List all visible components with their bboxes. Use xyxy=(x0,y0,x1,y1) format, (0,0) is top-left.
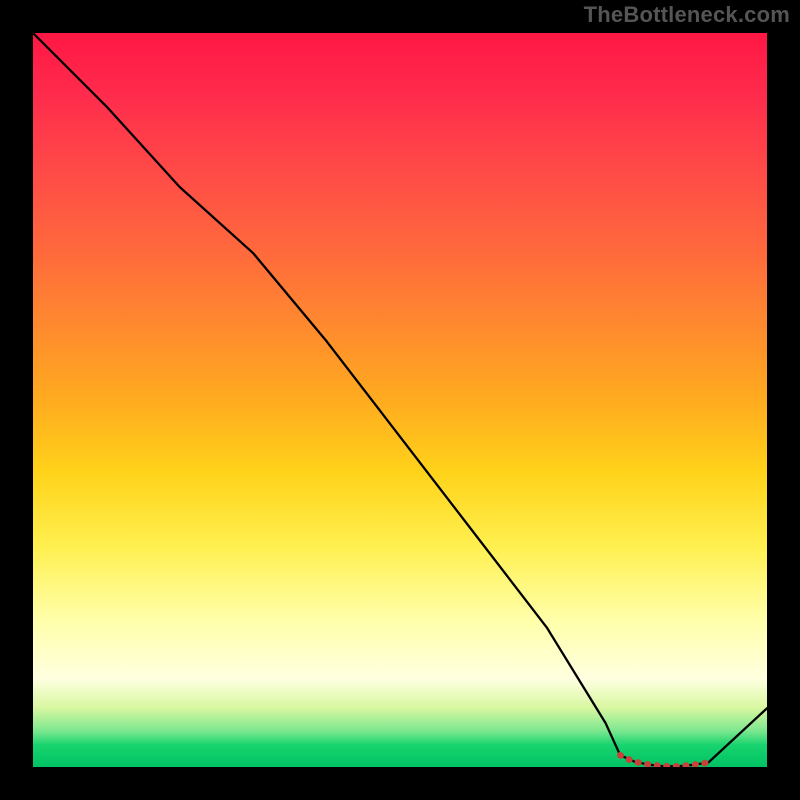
bottleneck-curve xyxy=(33,33,767,766)
plot-svg xyxy=(33,33,767,767)
plot-area xyxy=(33,33,767,767)
chart-frame: TheBottleneck.com xyxy=(0,0,800,800)
watermark-text: TheBottleneck.com xyxy=(584,2,790,28)
